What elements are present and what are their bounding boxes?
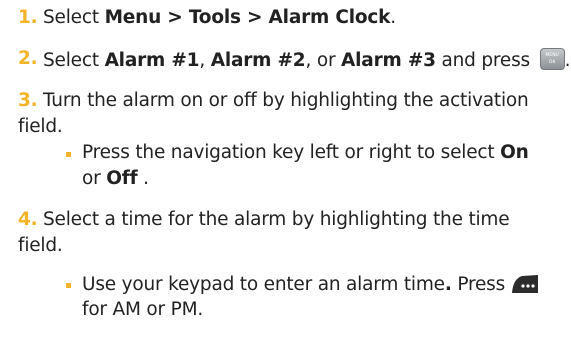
step-4-line-2: field. <box>18 235 63 256</box>
bullet-marker <box>66 152 71 157</box>
step-2-text: Select Alarm #1, Alarm #2, or Alarm #3 a… <box>43 48 571 71</box>
step-number: 4. <box>18 209 38 230</box>
menu-ok-key-icon: MENU OK <box>539 48 565 70</box>
soft-key-icon <box>510 273 540 295</box>
step-4-line-1: Select a time for the alarm by highlight… <box>43 209 510 230</box>
step-3-bullet-line-1: Press the navigation key left or right t… <box>82 142 529 163</box>
step-3-bullet-line-2: or Off . <box>82 168 149 189</box>
step-number: 3. <box>18 90 38 111</box>
instruction-page: 1. Select Menu > Tools > Alarm Clock. 2.… <box>0 0 571 338</box>
step-number: 2. <box>18 48 38 69</box>
step-4-bullet-line-2: for AM or PM. <box>82 299 204 320</box>
step-1-text: Select Menu > Tools > Alarm Clock. <box>43 7 396 28</box>
step-3-line-1: Turn the alarm on or off by highlighting… <box>43 90 529 111</box>
step-3-line-2: field. <box>18 116 63 137</box>
step-number: 1. <box>18 7 38 28</box>
step-4-bullet-line-1: Use your keypad to enter an alarm time. … <box>82 273 540 296</box>
bullet-marker <box>66 283 71 288</box>
